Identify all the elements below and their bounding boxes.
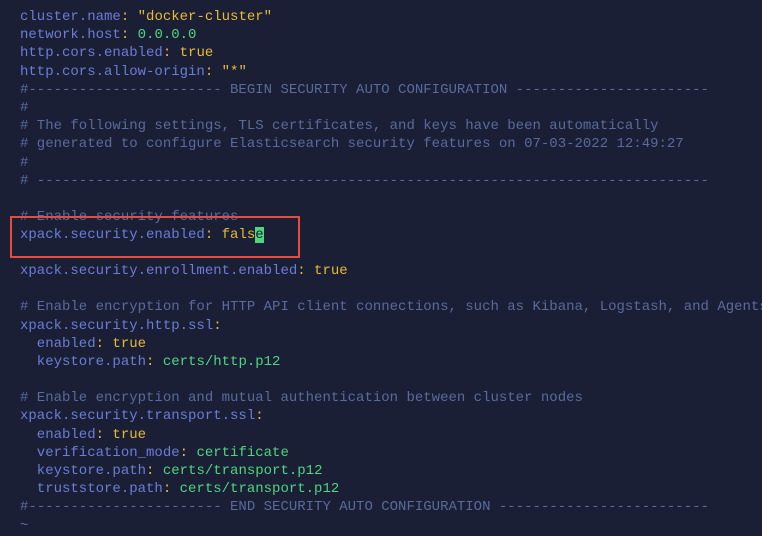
yaml-value: certs/transport.p12: [171, 481, 339, 497]
yaml-colon: :: [121, 27, 129, 43]
comment-line: # Enable encryption and mutual authentic…: [20, 389, 762, 407]
config-line: cluster.name: "docker-cluster": [20, 8, 762, 26]
yaml-value: certificate: [188, 445, 289, 461]
yaml-key: enabled: [20, 427, 96, 443]
yaml-colon: :: [255, 408, 263, 424]
blank-line: [20, 371, 762, 389]
yaml-value: "*": [213, 64, 247, 80]
comment-line: # The following settings, TLS certificat…: [20, 117, 762, 135]
yaml-key: keystore.path: [20, 463, 146, 479]
yaml-colon: :: [297, 263, 305, 279]
config-line: xpack.security.enrollment.enabled: true: [20, 262, 762, 280]
yaml-value: "docker-cluster": [129, 9, 272, 25]
yaml-key: xpack.security.enabled: [20, 227, 205, 243]
comment-text: # Enable encryption for HTTP API client …: [20, 299, 762, 315]
config-line: xpack.security.enabled: false: [20, 226, 762, 244]
yaml-key: enabled: [20, 336, 96, 352]
yaml-key: xpack.security.http.ssl: [20, 318, 213, 334]
yaml-colon: :: [213, 318, 221, 334]
comment-text: # Enable security features: [20, 209, 238, 225]
comment-line: #----------------------- END SECURITY AU…: [20, 498, 762, 516]
comment-line: #: [20, 99, 762, 117]
yaml-value: true: [104, 336, 146, 352]
yaml-key: http.cors.enabled: [20, 45, 163, 61]
yaml-colon: :: [205, 227, 213, 243]
comment-line: #: [20, 154, 762, 172]
yaml-key: truststore.path: [20, 481, 163, 497]
yaml-value: fals: [213, 227, 255, 243]
config-line: truststore.path: certs/transport.p12: [20, 480, 762, 498]
code-editor[interactable]: cluster.name: "docker-cluster" network.h…: [0, 8, 762, 535]
yaml-value: 0.0.0.0: [129, 27, 196, 43]
yaml-key: verification_mode: [20, 445, 180, 461]
editor-cursor: e: [255, 227, 263, 243]
comment-text: #: [20, 100, 28, 116]
config-line: keystore.path: certs/http.p12: [20, 353, 762, 371]
yaml-colon: :: [121, 9, 129, 25]
config-line: network.host: 0.0.0.0: [20, 26, 762, 44]
yaml-value: true: [104, 427, 146, 443]
config-line: enabled: true: [20, 335, 762, 353]
comment-text: #: [20, 155, 28, 171]
comment-line: # generated to configure Elasticsearch s…: [20, 135, 762, 153]
end-of-buffer-marker: ~: [20, 518, 28, 534]
yaml-colon: :: [205, 64, 213, 80]
comment-line: # Enable encryption for HTTP API client …: [20, 298, 762, 316]
comment-text: #----------------------- BEGIN SECURITY …: [20, 82, 709, 98]
comment-line: #----------------------- BEGIN SECURITY …: [20, 81, 762, 99]
yaml-key: cluster.name: [20, 9, 121, 25]
yaml-key: xpack.security.enrollment.enabled: [20, 263, 297, 279]
yaml-colon: :: [163, 45, 171, 61]
blank-line: [20, 190, 762, 208]
comment-text: #----------------------- END SECURITY AU…: [20, 499, 709, 515]
yaml-key: keystore.path: [20, 354, 146, 370]
config-line: enabled: true: [20, 426, 762, 444]
yaml-value: certs/transport.p12: [154, 463, 322, 479]
yaml-colon: :: [163, 481, 171, 497]
comment-line: # Enable security features: [20, 208, 762, 226]
comment-text: # generated to configure Elasticsearch s…: [20, 136, 684, 152]
yaml-value: true: [171, 45, 213, 61]
yaml-value: true: [306, 263, 348, 279]
config-line: xpack.security.transport.ssl:: [20, 407, 762, 425]
config-line: keystore.path: certs/transport.p12: [20, 462, 762, 480]
config-line: http.cors.enabled: true: [20, 44, 762, 62]
yaml-colon: :: [180, 445, 188, 461]
comment-text: # Enable encryption and mutual authentic…: [20, 390, 583, 406]
yaml-key: xpack.security.transport.ssl: [20, 408, 255, 424]
comment-line: # --------------------------------------…: [20, 172, 762, 190]
yaml-colon: :: [96, 427, 104, 443]
yaml-value: certs/http.p12: [154, 354, 280, 370]
yaml-key: network.host: [20, 27, 121, 43]
config-line: http.cors.allow-origin: "*": [20, 63, 762, 81]
yaml-colon: :: [96, 336, 104, 352]
comment-text: # The following settings, TLS certificat…: [20, 118, 659, 134]
blank-line: [20, 244, 762, 262]
comment-text: # --------------------------------------…: [20, 173, 709, 189]
config-line: verification_mode: certificate: [20, 444, 762, 462]
tilde-line: ~: [20, 517, 762, 535]
blank-line: [20, 280, 762, 298]
config-line: xpack.security.http.ssl:: [20, 317, 762, 335]
yaml-key: http.cors.allow-origin: [20, 64, 205, 80]
